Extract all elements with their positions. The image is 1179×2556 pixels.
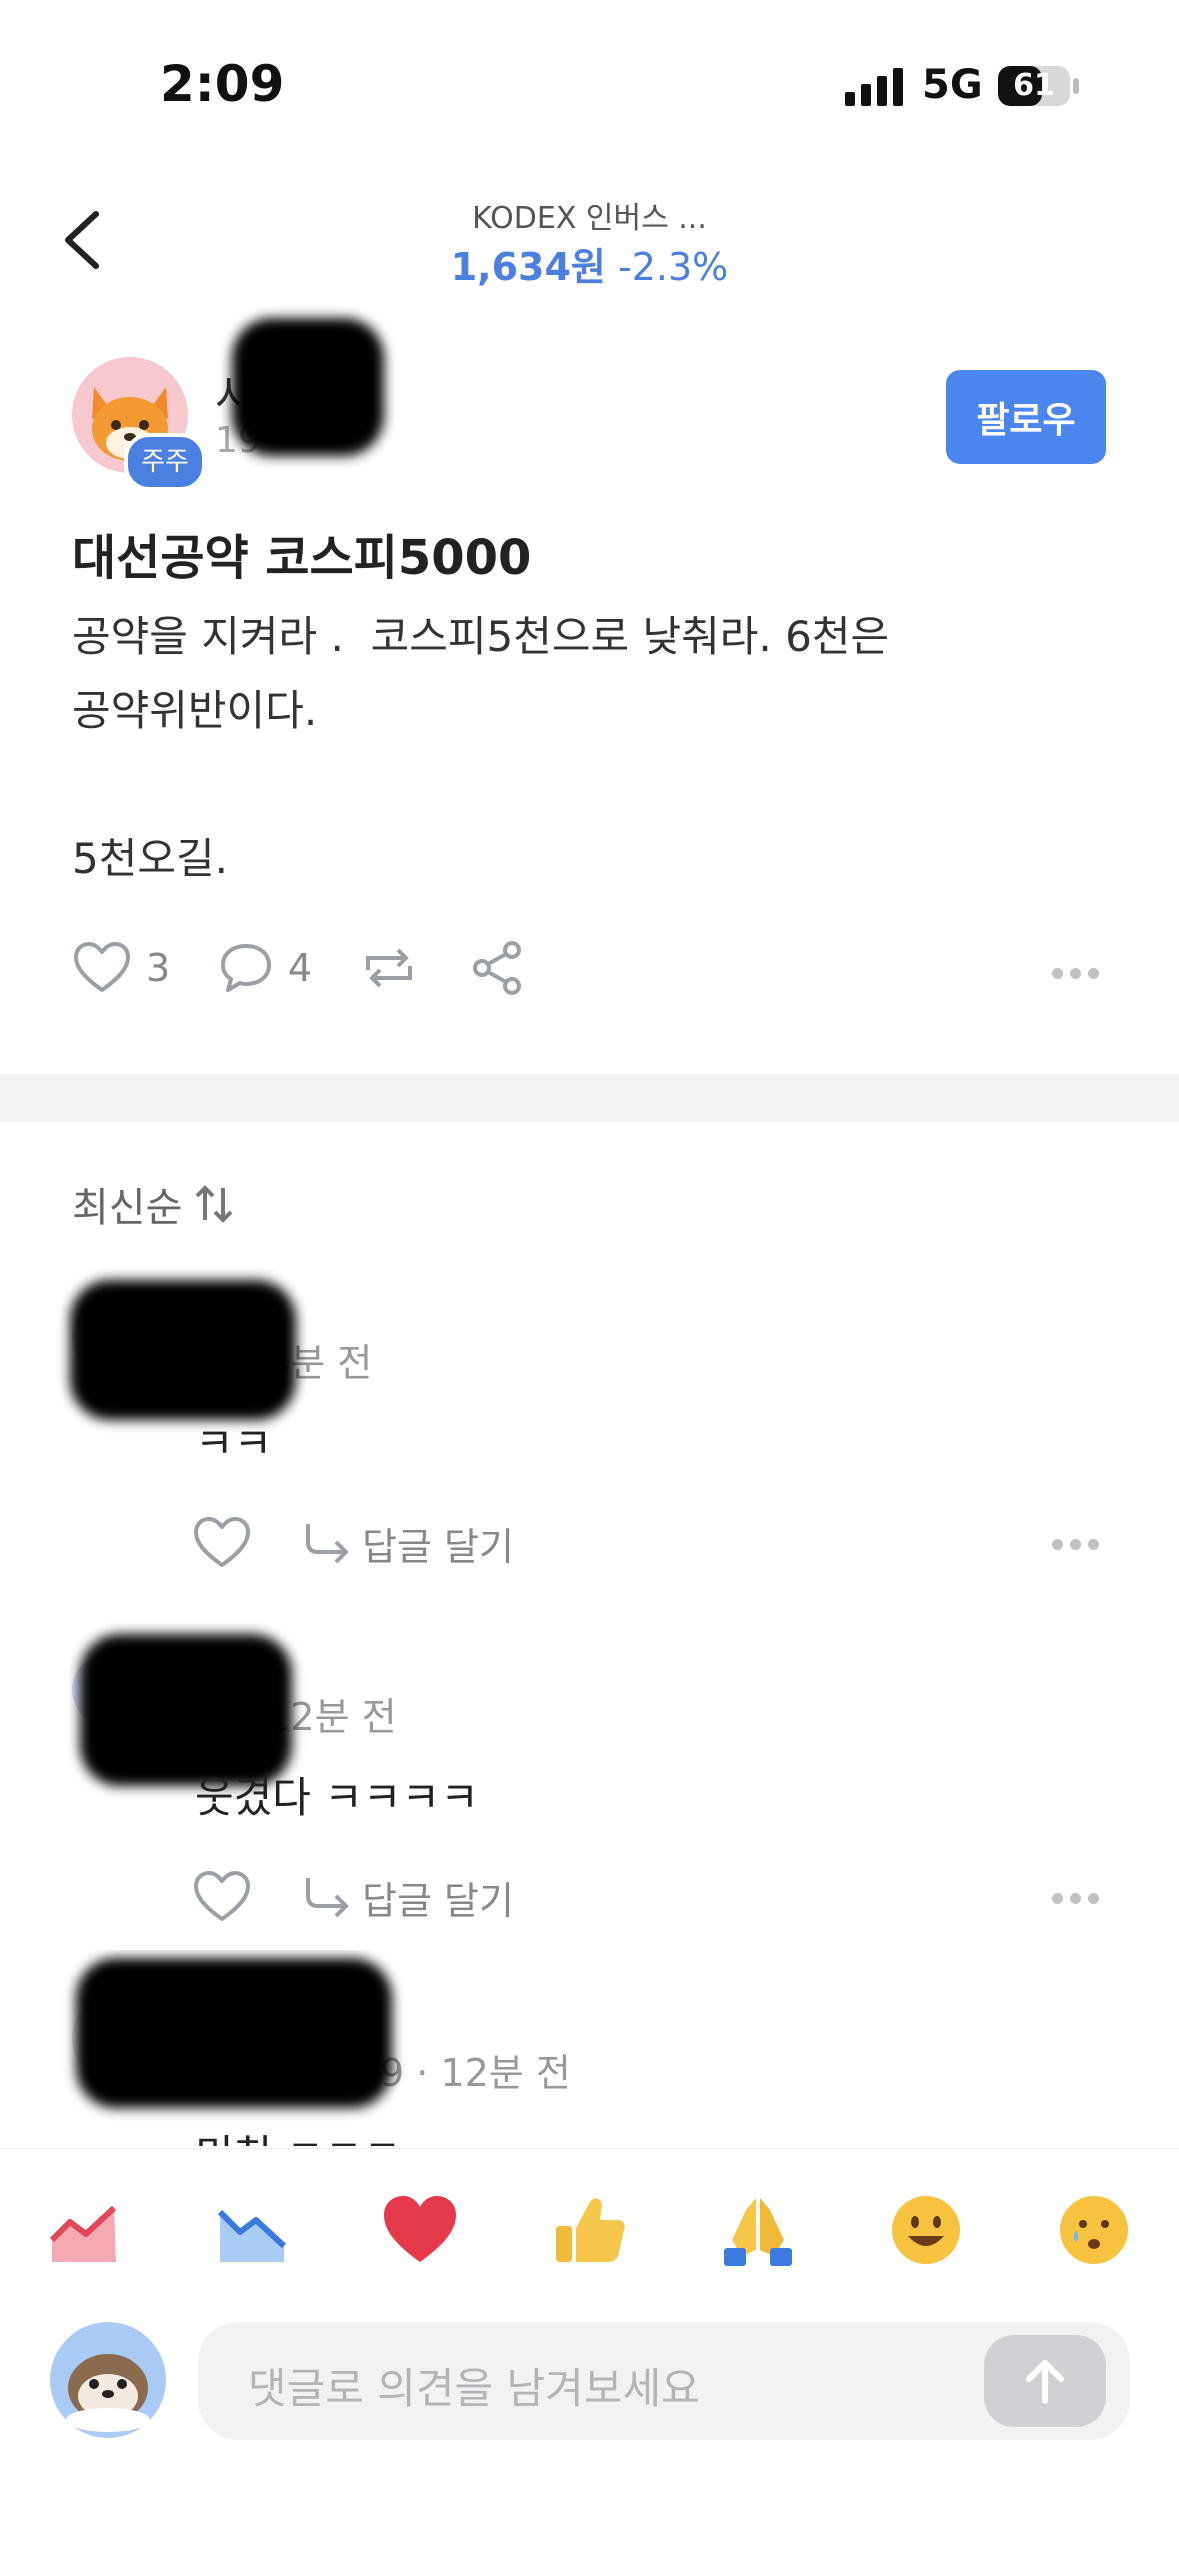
more-icon[interactable] [1052, 1539, 1100, 1551]
repost-icon [366, 948, 412, 988]
comment-text: ㅋㅋ [195, 1419, 273, 1468]
reaction-bar-divider [0, 2148, 1179, 2149]
heart-outline-icon [194, 1517, 250, 1567]
chart-down-icon[interactable] [212, 2190, 292, 2270]
redaction-blur [70, 1280, 296, 1420]
comment-item: 9 · 12분 전 미친 ㅋㅋㅋ [0, 1950, 1179, 2146]
comment-text: 웃겼다 ㅋㅋㅋㅋ [195, 1773, 479, 1822]
sort-label: 최신순 [72, 1185, 183, 1231]
more-icon[interactable] [1052, 1893, 1100, 1905]
redaction-blur [76, 1958, 392, 2108]
comment-input-placeholder: 댓글로 의견을 남겨보세요 [248, 2364, 700, 2413]
like-count: 3 [146, 946, 171, 990]
section-divider [0, 1074, 1179, 1122]
status-time: 2:09 [160, 55, 285, 113]
send-button[interactable] [984, 2335, 1106, 2427]
battery-cap [1073, 78, 1079, 94]
stock-change: -2.3% [618, 245, 729, 289]
heart-outline-icon [74, 942, 130, 992]
comment-count: 4 [288, 946, 313, 990]
share-button[interactable] [470, 940, 526, 996]
heart-icon[interactable] [380, 2190, 460, 2270]
shareholder-badge: 주주 [124, 433, 206, 491]
comment-like-button[interactable] [192, 1515, 252, 1575]
heart-outline-icon [194, 1871, 250, 1921]
pray-icon[interactable] [718, 2190, 798, 2270]
comment-like-button[interactable] [192, 1869, 252, 1929]
comment-item: 봉 · 4분 전 ㅋㅋ 답글 달기 [0, 1260, 1179, 1580]
battery-percent: 61 [1013, 68, 1055, 103]
comment-meta: 9 · 12분 전 [380, 2042, 571, 2097]
reply-label: 답글 달기 [362, 1879, 514, 1923]
post-actions: 3 4 [72, 940, 1112, 1010]
reply-button[interactable]: 답글 달기 [300, 1516, 514, 1571]
sort-toggle[interactable]: 최신순 [72, 1175, 236, 1233]
network-type: 5G [922, 62, 983, 108]
reply-label: 답글 달기 [362, 1525, 514, 1569]
reply-arrow-icon [306, 1523, 349, 1563]
comment-icon [221, 944, 271, 992]
repost-button[interactable] [358, 940, 420, 996]
arrow-up-icon [1026, 2360, 1064, 2404]
chart-up-icon[interactable] [44, 2190, 124, 2270]
post-body: 공약을 지켜라 . 코스피5천으로 낮춰라. 6천은 공약위반이다. 5천오길. [72, 612, 890, 883]
sad-icon[interactable] [1054, 2190, 1134, 2270]
comment-button[interactable]: 4 [218, 940, 312, 996]
redaction-blur [232, 318, 384, 456]
follow-button[interactable]: 팔로우 [946, 370, 1106, 464]
stock-title[interactable]: KODEX 인버스 ... [0, 193, 1179, 237]
comment-item: 복 · 12분 전 웃겼다 ㅋㅋㅋㅋ 답글 달기 [0, 1614, 1179, 1934]
stock-price: 1,634원 [450, 245, 606, 289]
comment-text: 미친 ㅋㅋㅋ [195, 2122, 402, 2146]
battery-icon: 61 [998, 66, 1070, 106]
post-title: 대선공약 코스피5000 [72, 530, 532, 586]
thumbs-up-icon[interactable] [550, 2190, 630, 2270]
like-button[interactable]: 3 [72, 940, 170, 996]
my-avatar[interactable] [50, 2322, 166, 2438]
reply-arrow-icon [306, 1877, 349, 1917]
more-icon[interactable] [1052, 968, 1100, 980]
signal-icon [845, 66, 905, 106]
comment-time: · 12분 전 [416, 2051, 571, 2095]
stock-price-line: 1,634원 -2.3% [0, 236, 1179, 291]
smile-icon[interactable] [886, 2190, 966, 2270]
otter-icon [66, 2354, 150, 2432]
sort-icon [195, 1185, 233, 1223]
reply-button[interactable]: 답글 달기 [300, 1870, 514, 1925]
share-icon [473, 941, 521, 995]
